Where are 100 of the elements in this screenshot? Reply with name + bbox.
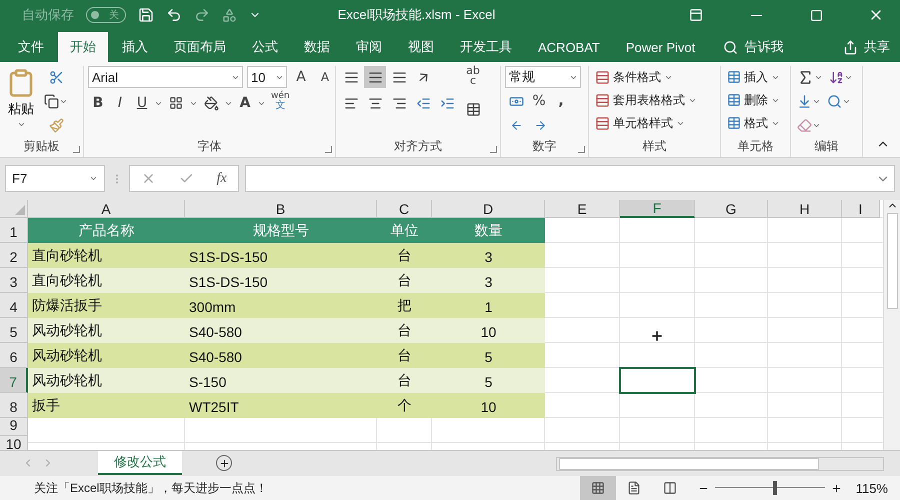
column-header[interactable]: G [695,200,768,218]
grow-font-button[interactable]: A [291,66,311,88]
zoom-thumb[interactable] [773,481,778,495]
sheet-tab[interactable]: 修改公式 [98,451,182,475]
percent-button[interactable]: % [529,90,549,112]
align-right-icon [392,96,406,110]
column-header[interactable]: F [620,200,695,218]
save-icon[interactable] [138,7,154,23]
tell-me-button[interactable]: 告诉我 [717,32,790,62]
comma-button[interactable]: , [551,90,571,112]
table-cell: 5 [432,343,545,368]
table-cell: 直向砂轮机 [28,243,185,268]
ribbon-tab[interactable]: 文件 [6,32,56,62]
column-header[interactable]: A [28,200,185,218]
cut-icon [48,70,64,84]
brush-icon [48,118,64,132]
column-header[interactable]: E [545,200,620,218]
row-header[interactable]: 5 [0,318,28,343]
bold-button[interactable]: B [88,92,108,114]
ribbon-tab[interactable]: Power Pivot [614,32,708,62]
table-cell: 10 [432,318,545,343]
add-sheet-button[interactable] [216,455,232,471]
row-header[interactable]: 8 [0,393,28,418]
font-name-field[interactable]: Arial [88,66,243,88]
ribbon-tab[interactable]: 审阅 [344,32,394,62]
vertical-scrollbar[interactable] [883,200,900,450]
table-cell: 台 [377,318,432,343]
view-button[interactable] [580,476,616,500]
table-cell: S40-580 [185,343,377,368]
table-style-icon [595,70,610,84]
styles-menu-button[interactable]: 条件格式 [593,66,699,88]
share-icon [843,40,858,54]
align-left-icon [344,96,358,110]
styles-menu-button[interactable]: 套用表格格式 [593,89,699,111]
row-header[interactable]: 6 [0,343,28,368]
row-header[interactable]: 10 [0,436,28,450]
align-center-icon [368,96,382,110]
table-cell: S1S-DS-150 [185,243,377,268]
eraser-icon [797,118,812,132]
column-header[interactable]: B [185,200,377,218]
indent-icon [440,96,454,110]
font-size-field[interactable]: 10 [247,66,287,88]
ribbon-tab[interactable]: ACROBAT [526,32,612,62]
row-header[interactable]: 9 [0,418,28,436]
row-header[interactable]: 3 [0,268,28,293]
column-header[interactable]: I [842,200,880,218]
paint-bucket-icon [204,96,218,110]
group-label: 单元格 [736,138,774,155]
number-format-field[interactable]: 常规 [505,66,581,88]
ribbon-tab[interactable]: 数据 [292,32,342,62]
redo-icon[interactable] [194,7,210,23]
table-cell: 3 [432,243,545,268]
cells-menu-button[interactable]: 格式 [725,112,782,134]
zoom-in-icon[interactable] [830,482,842,494]
font-color-button[interactable]: A [235,92,255,114]
table-cell: 风动砂轮机 [28,368,185,393]
ribbon-tab[interactable]: 开发工具 [448,32,524,62]
ribbon-tab[interactable]: 插入 [110,32,160,62]
sort-icon [829,70,844,84]
group-label: 编辑 [814,138,840,155]
column-header[interactable]: H [768,200,842,218]
paste-button[interactable]: 粘贴 [4,66,38,137]
wrap-text-button[interactable]: ab c [462,66,484,94]
styles-menu-button[interactable]: 单元格样式 [593,112,699,134]
italic-button[interactable]: I [110,92,130,114]
underline-button[interactable]: U [132,92,152,114]
middle-align-button[interactable] [364,66,386,88]
scrollbar-thumb[interactable] [559,458,819,470]
row-header[interactable]: 4 [0,293,28,318]
scrollbar-thumb[interactable] [886,213,898,309]
cells-menu-button[interactable]: 插入 [725,66,782,88]
shapes-icon[interactable] [222,8,237,22]
lines-icon [368,70,382,84]
ribbon-tab[interactable]: 页面布局 [162,32,238,62]
ribbon-tab[interactable]: 公式 [240,32,290,62]
ribbon-tab[interactable]: 开始 [58,32,108,62]
name-box[interactable]: F7 [5,165,105,192]
search-icon [723,40,738,54]
cells-menu-button[interactable]: 删除 [725,89,782,111]
ribbon-tab[interactable]: 视图 [396,32,446,62]
column-header[interactable]: D [432,200,545,218]
shrink-font-button[interactable]: A [315,66,335,88]
column-header[interactable]: C [377,200,432,218]
row-header[interactable]: 1 [0,218,28,243]
share-button[interactable]: 共享 [837,32,896,62]
table-cell: 风动砂轮机 [28,343,185,368]
row-header[interactable]: 2 [0,243,28,268]
group-label: 剪贴板 [22,138,60,155]
row-header[interactable]: 7 [0,368,28,393]
header-cell: 数量 [432,218,545,243]
horizontal-scrollbar[interactable] [556,457,884,471]
formula-input[interactable] [245,165,895,192]
selected-cell[interactable] [619,367,696,394]
phonetic-button[interactable]: wén 文 [268,92,293,114]
zoom-level[interactable]: 115% [856,480,888,496]
status-message: 关注「Excel职场技能」，每天进步一点点！ [34,480,268,496]
insert-function-button[interactable]: fx [216,170,227,186]
undo-icon[interactable] [166,7,182,23]
maximize-icon [810,8,822,22]
table-cell: 300mm [185,293,377,318]
